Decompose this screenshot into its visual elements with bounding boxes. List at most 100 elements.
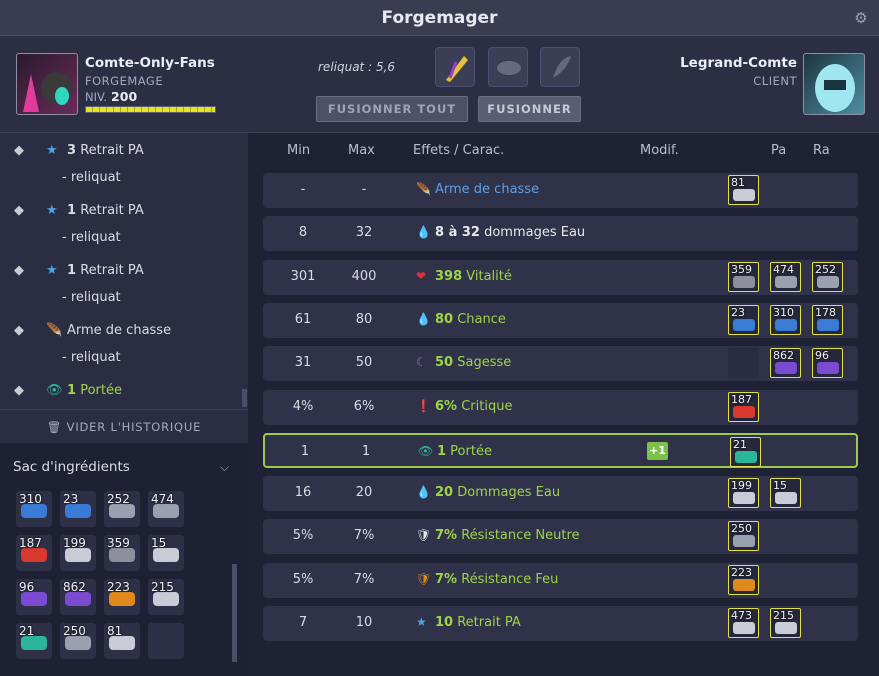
effect-min: 1 [300,443,310,459]
rune-quantity: 252 [107,492,130,506]
ingredient-rune[interactable]: 474 [148,491,184,527]
effect-max: 6% [353,398,375,414]
effect-min: 7 [298,615,308,630]
rune-icon [109,592,135,606]
ingredient-rune[interactable]: 23 [60,491,96,527]
ingredient-bag-title: Sac d'ingrédients [13,459,130,475]
rune-quantity: 310 [19,492,42,506]
ingredient-rune[interactable]: 21 [16,623,52,659]
clear-history-button[interactable]: 🗑 VIDER L'HISTORIQUE [0,409,248,443]
bag-scrollbar[interactable] [232,564,237,662]
item-slot-weapon[interactable] [435,47,475,87]
chevron-down-icon[interactable]: ⌵ [220,460,229,475]
rune-quantity: 21 [19,624,35,638]
effect-min: 8 [298,225,308,241]
trash-icon: 🗑 [46,420,67,434]
effect-row[interactable]: 61 80 💧 80 Chance 23 310 178 [263,302,858,338]
level-label: NIV. [85,90,108,104]
history-reliquat: - reliquat [0,349,240,369]
ingredient-rune[interactable]: 310 [16,491,52,527]
client-avatar [803,53,865,115]
rune-icon: ◆ [14,203,24,218]
effect-min: 61 [294,311,312,327]
ingredient-rune[interactable]: 223 [104,579,140,615]
ingredient-rune[interactable]: 187 [16,535,52,571]
rune-icon [65,504,91,518]
applicable-rune[interactable]: 215 [770,608,801,638]
effect-text: 398 Vitalité [435,269,512,284]
rune-icon [733,275,755,288]
heart-icon: ❤ [416,268,427,283]
ingredient-rune[interactable]: 81 [104,623,140,659]
rune-quantity: 862 [63,580,86,594]
header: Comte-Only-Fans FORGEMAGE NIV. 200 reliqu… [0,36,879,133]
rune-icon [733,318,755,331]
applicable-rune[interactable]: 310 [770,304,801,335]
effect-value: 7% [435,528,458,544]
applicable-rune[interactable]: 199 [728,478,759,509]
effect-min: 5% [292,528,314,544]
history-count: 1 [67,263,77,278]
ingredient-rune[interactable]: 359 [104,535,140,571]
fuse-button[interactable]: FUSIONNER [478,96,581,122]
fuse-all-button[interactable]: FUSIONNER TOUT [316,96,468,122]
pa-star-icon: ★ [46,143,58,158]
ingredient-rune[interactable]: 215 [148,579,184,615]
history-text: Arme de chasse [67,323,171,338]
applicable-rune[interactable]: 15 [770,478,801,509]
applicable-rune[interactable]: 474 [770,261,801,292]
applicable-rune[interactable]: 473 [728,608,759,638]
gear-icon[interactable]: ⚙ [853,10,869,26]
ingredient-rune[interactable]: 199 [60,535,96,571]
applicable-rune[interactable]: 223 [728,564,759,595]
rune-quantity: 23 [731,305,745,319]
effect-max: 7% [353,571,375,587]
ingredient-rune[interactable]: 250 [60,623,96,659]
effect-row[interactable]: 4% 6% ❗ 6% Critique 187 [263,389,858,425]
rune-quantity: 862 [773,349,794,363]
effect-row[interactable]: 31 50 ☾ 50 Sagesse 862 96 [263,346,858,382]
effect-text: 1 Portée [437,444,492,459]
rune-quantity: 252 [815,262,836,276]
rune-icon [21,592,47,606]
signature-rune-slot[interactable] [540,47,580,87]
rune-icon [733,535,755,548]
ingredient-rune[interactable]: 15 [148,535,184,571]
effect-max: 400 [351,268,377,284]
effect-row[interactable]: 8 32 💧 8 à 32 dommages Eau [263,216,858,252]
effect-text: 6% Critique [435,399,512,414]
effect-row[interactable]: 16 20 💧 20 Dommages Eau 199 15 [263,476,858,512]
applicable-rune[interactable]: 252 [812,261,843,292]
applicable-rune[interactable]: 21 [730,436,761,467]
applicable-rune[interactable]: 187 [728,391,759,422]
effect-row[interactable]: 7 10 ★ 10 Retrait PA 473 215 [263,606,858,641]
history-text: 1 Portée [67,383,122,398]
applicable-rune[interactable]: 862 [770,348,801,379]
applicable-rune[interactable]: 178 [812,304,843,335]
effect-row[interactable]: - - 🪶 Arme de chasse 81 [263,173,858,208]
ingredient-rune[interactable]: 96 [16,579,52,615]
effect-row[interactable]: 1 1 👁 1 Portée +1 21 [263,432,858,468]
effect-row[interactable]: 5% 7% 🛡 7% Résistance Neutre 250 [263,519,858,555]
client-role: CLIENT [753,74,797,88]
effect-text: Arme de chasse [435,182,539,197]
water-drop-icon: 💧 [416,311,431,326]
rune-icon: ◆ [14,263,24,278]
empty-bag-slot [148,623,184,659]
history-reliquat-text: - reliquat [62,230,121,245]
history-scrollbar[interactable] [242,389,247,407]
ingredient-rune[interactable]: 862 [60,579,96,615]
reliquat-value: reliquat : 5,6 [318,60,396,74]
history-item: ◆ 👁 1 Portée [0,382,240,402]
applicable-rune[interactable]: 250 [728,521,759,552]
effect-row[interactable]: 301 400 ❤ 398 Vitalité 359 474 252 [263,259,858,295]
applicable-rune[interactable]: 81 [728,175,759,205]
rune-slot[interactable] [488,47,528,87]
applicable-rune[interactable]: 359 [728,261,759,292]
effect-row[interactable]: 5% 7% 🛡 7% Résistance Feu 223 [263,562,858,598]
applicable-rune[interactable]: 96 [812,348,843,379]
character-portrait-icon [815,64,855,112]
applicable-rune[interactable]: 23 [728,304,759,335]
effect-text: 20 Dommages Eau [435,485,560,500]
ingredient-rune[interactable]: 252 [104,491,140,527]
